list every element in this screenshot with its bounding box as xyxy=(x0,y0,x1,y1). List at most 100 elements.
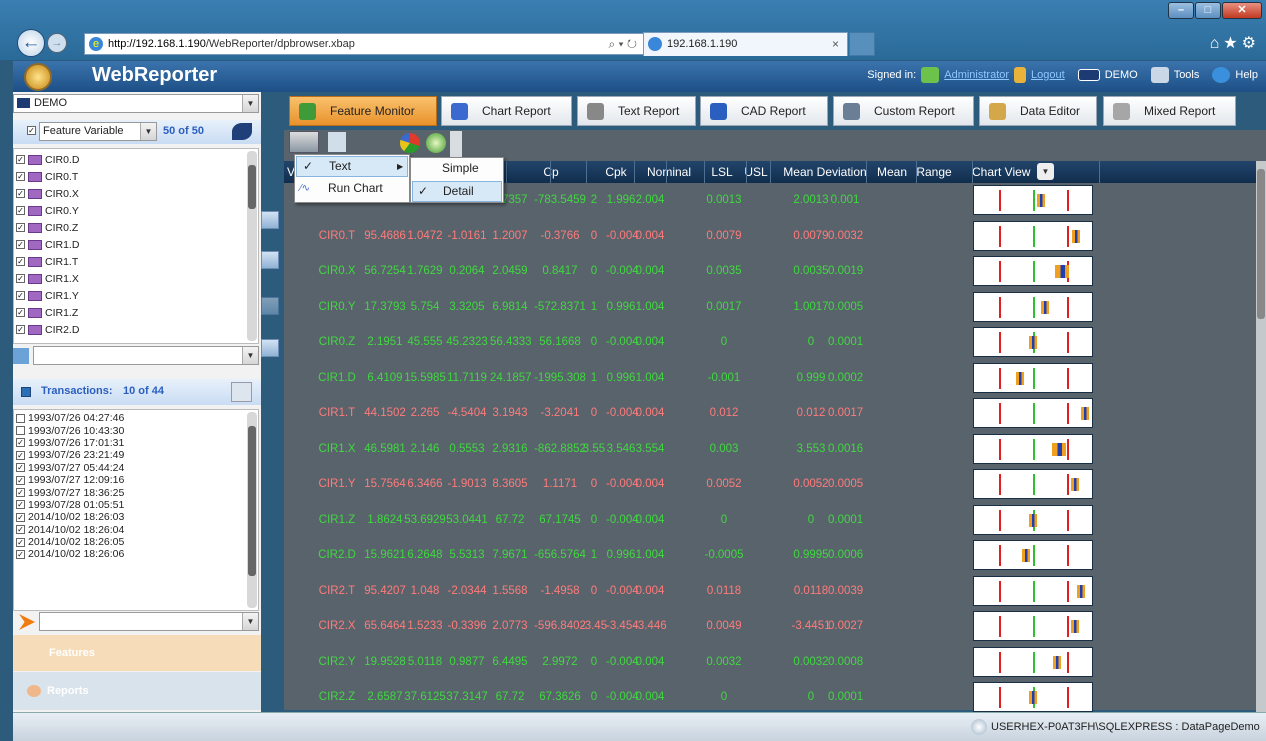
chart-view-cell[interactable] xyxy=(973,646,1093,677)
transaction-list-item[interactable]: ✓ 1993/07/27 12:09:16 xyxy=(14,474,258,486)
feature-checkbox[interactable]: ✓ xyxy=(16,291,25,300)
feature-list-item[interactable]: ✓ CIR1.X xyxy=(14,270,258,287)
chart-view-cell[interactable] xyxy=(973,611,1093,641)
nav-features[interactable]: Features xyxy=(13,635,261,671)
transaction-checkbox[interactable]: ✓ xyxy=(16,463,25,473)
transaction-checkbox[interactable]: ✓ xyxy=(16,512,25,522)
transaction-checkbox[interactable]: ✓ xyxy=(16,549,25,559)
chart-view-cell[interactable] xyxy=(973,540,1093,570)
column-header[interactable]: Range xyxy=(916,165,952,179)
chart-view-cell[interactable] xyxy=(973,291,1093,322)
feature-checkbox[interactable]: ✓ xyxy=(16,308,25,317)
transaction-checkbox[interactable] xyxy=(16,426,25,436)
edit-icon[interactable] xyxy=(328,132,346,152)
table-row[interactable]: CIR2.X 65.6464 1.5233 -0.3396 2.0773 -596.840… xyxy=(284,609,1256,645)
tab-close-icon[interactable]: × xyxy=(832,37,839,51)
pie-chart-icon[interactable] xyxy=(400,133,420,153)
transaction-list-item[interactable]: ✓ 1993/07/28 01:05:51 xyxy=(14,499,258,511)
help-menu[interactable]: Help xyxy=(1235,69,1258,81)
transaction-list-item[interactable]: ✓ 1993/07/27 05:44:24 xyxy=(14,462,258,474)
chart-view-cell[interactable] xyxy=(973,469,1093,499)
tools-menu[interactable]: Tools xyxy=(1174,69,1200,81)
feature-checkbox[interactable]: ✓ xyxy=(16,189,25,198)
minimize-button[interactable]: – xyxy=(1168,2,1194,19)
transaction-search-select[interactable]: ▼ xyxy=(39,612,259,631)
transaction-checkbox[interactable]: ✓ xyxy=(16,438,25,448)
move-right-icon[interactable] xyxy=(261,211,279,229)
transactions-tool-icon[interactable] xyxy=(231,382,252,402)
feature-list-item[interactable]: ✓ CIR2.D xyxy=(14,321,258,338)
transaction-list-item[interactable]: ✓ 2014/10/02 18:26:05 xyxy=(14,536,258,548)
table-row[interactable]: CIR0.Z 2.1951 45.555 45.2323 56.4333 56.1668 0… xyxy=(284,325,1256,361)
table-row[interactable]: CIR1.Y 15.7564 6.3466 -1.9013 8.3605 1.1171 0-… xyxy=(284,467,1256,503)
forward-arrow-icon[interactable]: → xyxy=(47,33,67,53)
column-header[interactable]: Mean xyxy=(869,165,915,179)
chart-view-cell[interactable] xyxy=(973,575,1093,606)
menu-item-text[interactable]: ✓ Text ▶ xyxy=(296,156,408,177)
transaction-checkbox[interactable]: ✓ xyxy=(16,537,25,547)
chart-view-cell[interactable] xyxy=(973,682,1093,712)
feature-filter-checkbox[interactable]: ✓ xyxy=(27,126,36,135)
table-row[interactable]: CIR2.Z 2.6587 37.6125 37.3147 67.72 67.3626 0-… xyxy=(284,680,1256,716)
address-bar[interactable]: e http://192.168.1.190/WebReporter/dpbro… xyxy=(84,33,646,55)
table-row[interactable]: CIR1.D 6.4109 15.5985 11.7119 24.1857 -1995.3… xyxy=(284,361,1256,397)
menu-item-simple[interactable]: Simple xyxy=(412,159,502,180)
feature-list-item[interactable]: ✓ CIR1.D xyxy=(14,236,258,253)
move-all-right-icon[interactable] xyxy=(261,251,279,269)
feature-checkbox[interactable]: ✓ xyxy=(16,223,25,232)
column-header[interactable]: Nominal xyxy=(646,165,692,179)
feature-list-item[interactable]: ✓ CIR1.T xyxy=(14,253,258,270)
column-header[interactable]: Mean Deviation xyxy=(779,165,871,179)
transaction-list-item[interactable]: ✓ 1993/07/26 23:21:49 xyxy=(14,449,258,461)
table-row[interactable]: CIR1.T 44.1502 2.265 -4.5404 3.1943 -3.2041 0-… xyxy=(284,396,1256,432)
table-row[interactable]: CIR2.Y 19.9528 5.0118 0.9877 6.4495 2.9972 0 -0… xyxy=(284,645,1256,681)
maximize-button[interactable]: □ xyxy=(1195,2,1221,19)
column-header[interactable]: Cp xyxy=(532,165,570,179)
feature-list-item[interactable]: ✓ CIR1.Z xyxy=(14,304,258,321)
db-label[interactable]: DEMO xyxy=(1105,69,1138,81)
feature-checkbox[interactable]: ✓ xyxy=(16,240,25,249)
transaction-list-item[interactable]: ✓ 1993/07/26 17:01:31 xyxy=(14,437,258,449)
database-select[interactable]: DEMO ▼ xyxy=(13,94,259,113)
feature-filter-select[interactable]: Feature Variable ▼ xyxy=(39,122,157,141)
toolbar-button-data-editor[interactable]: Data Editor xyxy=(979,96,1097,126)
close-button[interactable]: ✕ xyxy=(1222,2,1262,19)
toolbar-button-text-report[interactable]: Text Report xyxy=(577,96,696,126)
back-arrow-icon[interactable]: ← xyxy=(17,29,45,57)
feature-list-item[interactable]: ✓ CIR0.X xyxy=(14,185,258,202)
transaction-list-item[interactable]: ✓ 2014/10/02 18:26:03 xyxy=(14,511,258,523)
transaction-list-item[interactable]: ✓ 2014/10/02 18:26:04 xyxy=(14,524,258,536)
nav-reports[interactable]: Reports xyxy=(13,672,261,710)
column-header[interactable]: Chart View xyxy=(972,165,1072,179)
toolbar-button-chart-report[interactable]: Chart Report xyxy=(441,96,572,126)
chart-view-cell[interactable] xyxy=(973,256,1093,286)
feature-checkbox[interactable]: ✓ xyxy=(16,206,25,215)
move-left-icon[interactable] xyxy=(261,297,279,315)
feature-list-item[interactable]: ✓ CIR0.Z xyxy=(14,219,258,236)
table-row[interactable]: CIR1.X 46.5981 2.146 0.5553 2.9316 -862.8852 3… xyxy=(284,432,1256,468)
grid-scrollbar[interactable] xyxy=(1256,161,1266,712)
feature-checkbox[interactable]: ✓ xyxy=(16,257,25,266)
transaction-list-scrollbar[interactable] xyxy=(247,412,257,608)
chart-view-cell[interactable] xyxy=(973,327,1093,357)
toolbar-button-feature-monitor[interactable]: Feature Monitor xyxy=(289,96,437,126)
feature-checkbox[interactable]: ✓ xyxy=(16,325,25,334)
transaction-checkbox[interactable]: ✓ xyxy=(16,488,25,498)
new-tab-button[interactable] xyxy=(849,32,875,56)
feature-list-scrollbar[interactable] xyxy=(247,151,257,341)
table-row[interactable]: CIR0.Y 17.3793 5.754 3.3205 6.9814 -572.8371 1… xyxy=(284,290,1256,326)
transaction-checkbox[interactable] xyxy=(16,413,25,423)
feature-checkbox[interactable]: ✓ xyxy=(16,274,25,283)
menu-item-run-chart[interactable]: ⁄∿ Run Chart xyxy=(296,179,408,200)
transaction-checkbox[interactable]: ✓ xyxy=(16,500,25,510)
transactions-toggle[interactable] xyxy=(21,387,31,397)
chart-view-cell[interactable] xyxy=(973,433,1093,464)
column-header[interactable]: LSL xyxy=(706,165,738,179)
move-all-left-icon[interactable] xyxy=(261,339,279,357)
chart-view-cell[interactable] xyxy=(973,185,1093,215)
browser-tab[interactable]: 192.168.1.190 × xyxy=(643,32,848,56)
feature-checkbox[interactable]: ✓ xyxy=(16,172,25,181)
toolbar-button-custom-report[interactable]: Custom Report xyxy=(833,96,974,126)
menu-item-detail[interactable]: ✓ Detail xyxy=(412,181,502,202)
home-star-gear-icons[interactable]: ⌂★⚙ xyxy=(1210,33,1260,53)
